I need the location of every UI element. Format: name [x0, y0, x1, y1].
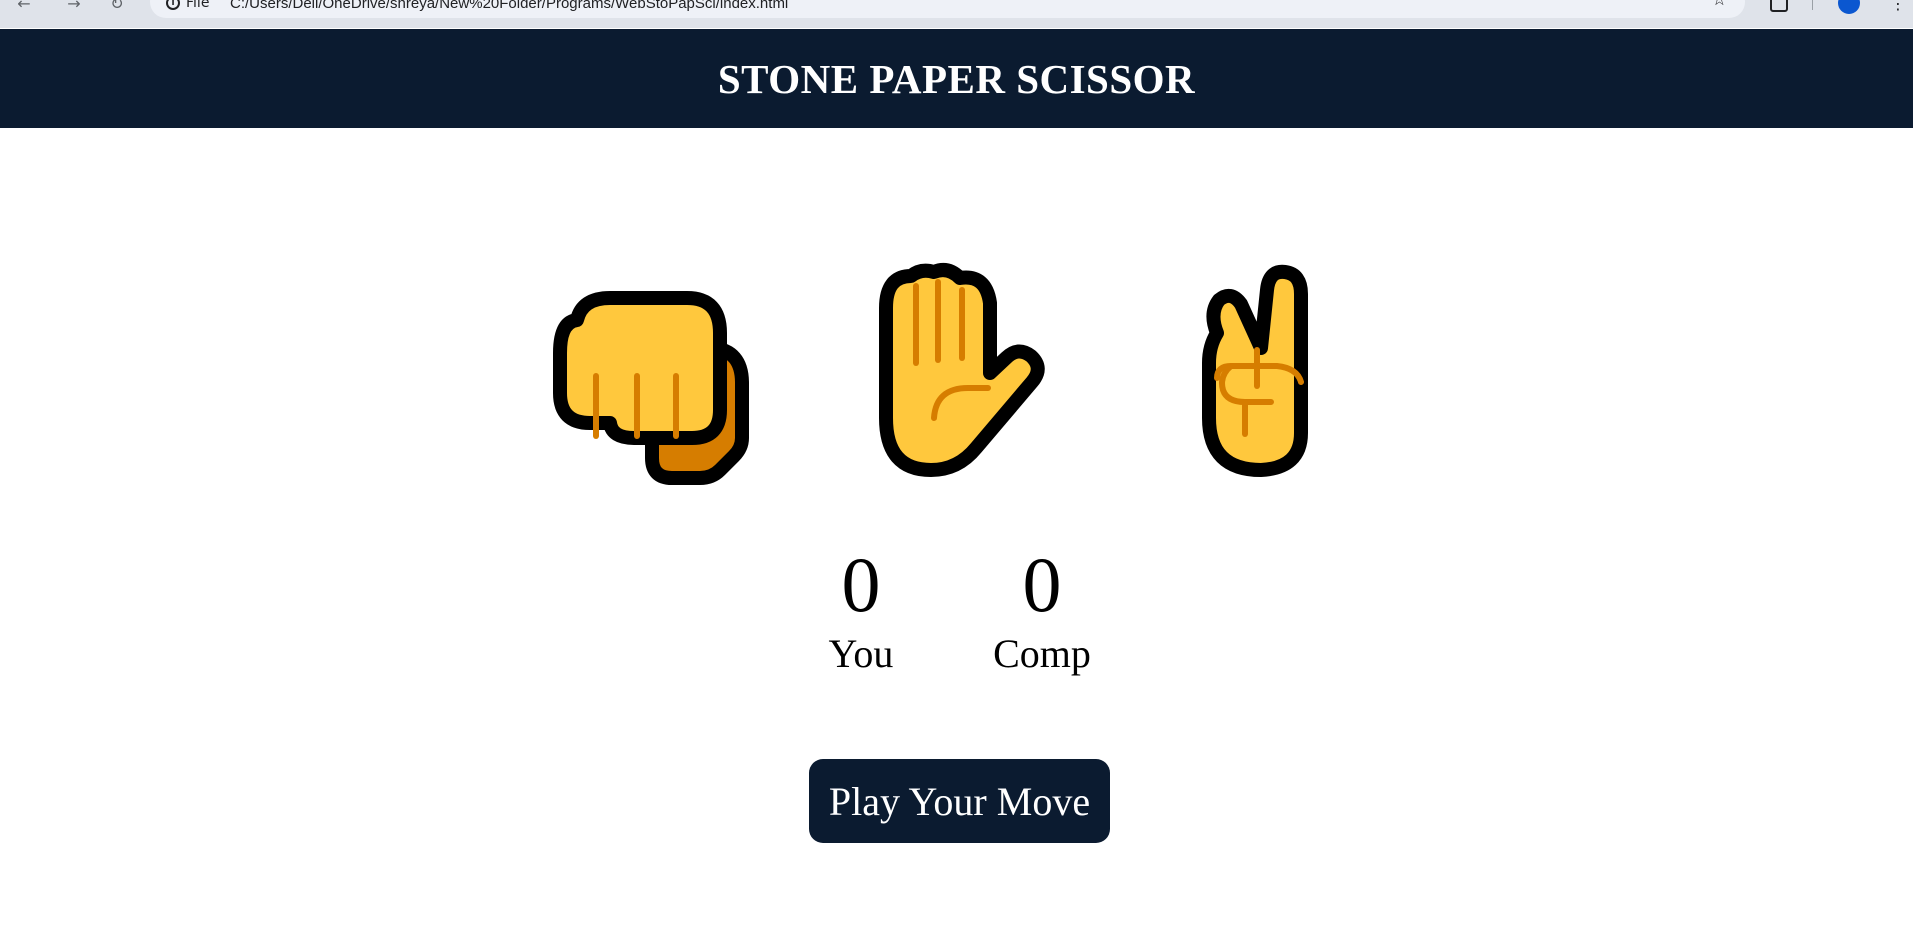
- info-icon: i: [166, 0, 180, 10]
- browser-toolbar: ← → ↻ i File C:/Users/Dell/OneDrive/shre…: [0, 0, 1913, 28]
- bookmark-star-icon[interactable]: ☆: [1712, 0, 1727, 10]
- page-header: STONE PAPER SCISSOR: [0, 29, 1913, 128]
- toolbar-divider: [1812, 0, 1813, 10]
- back-icon[interactable]: ←: [14, 0, 34, 14]
- victory-hand-icon: [1202, 264, 1308, 477]
- score-user: 0 You: [791, 546, 931, 676]
- site-info-chip[interactable]: i File: [166, 0, 209, 11]
- comp-score-label: Comp: [993, 631, 1091, 676]
- score-comp: 0 Comp: [972, 546, 1112, 676]
- forward-icon[interactable]: →: [64, 0, 84, 14]
- user-score-label: You: [828, 631, 894, 676]
- address-bar[interactable]: i File C:/Users/Dell/OneDrive/shreya/New…: [150, 0, 1745, 18]
- user-score-value: 0: [841, 541, 881, 628]
- choice-stone[interactable]: [542, 258, 762, 488]
- raised-hand-icon: [879, 263, 1045, 477]
- choice-scissor[interactable]: [1161, 258, 1381, 488]
- play-move-message[interactable]: Play Your Move: [809, 759, 1110, 843]
- extensions-icon[interactable]: [1770, 0, 1788, 12]
- reload-icon[interactable]: ↻: [107, 0, 127, 14]
- choice-paper[interactable]: [856, 258, 1076, 488]
- page-title: STONE PAPER SCISSOR: [717, 55, 1196, 102]
- profile-avatar-icon[interactable]: [1838, 0, 1860, 14]
- url-text[interactable]: C:/Users/Dell/OneDrive/shreya/New%20Fold…: [230, 0, 788, 12]
- comp-score-value: 0: [1022, 541, 1062, 628]
- site-info-label: File: [186, 0, 210, 11]
- raised-fist-icon: [553, 291, 749, 485]
- menu-kebab-icon[interactable]: ⋮: [1890, 0, 1906, 13]
